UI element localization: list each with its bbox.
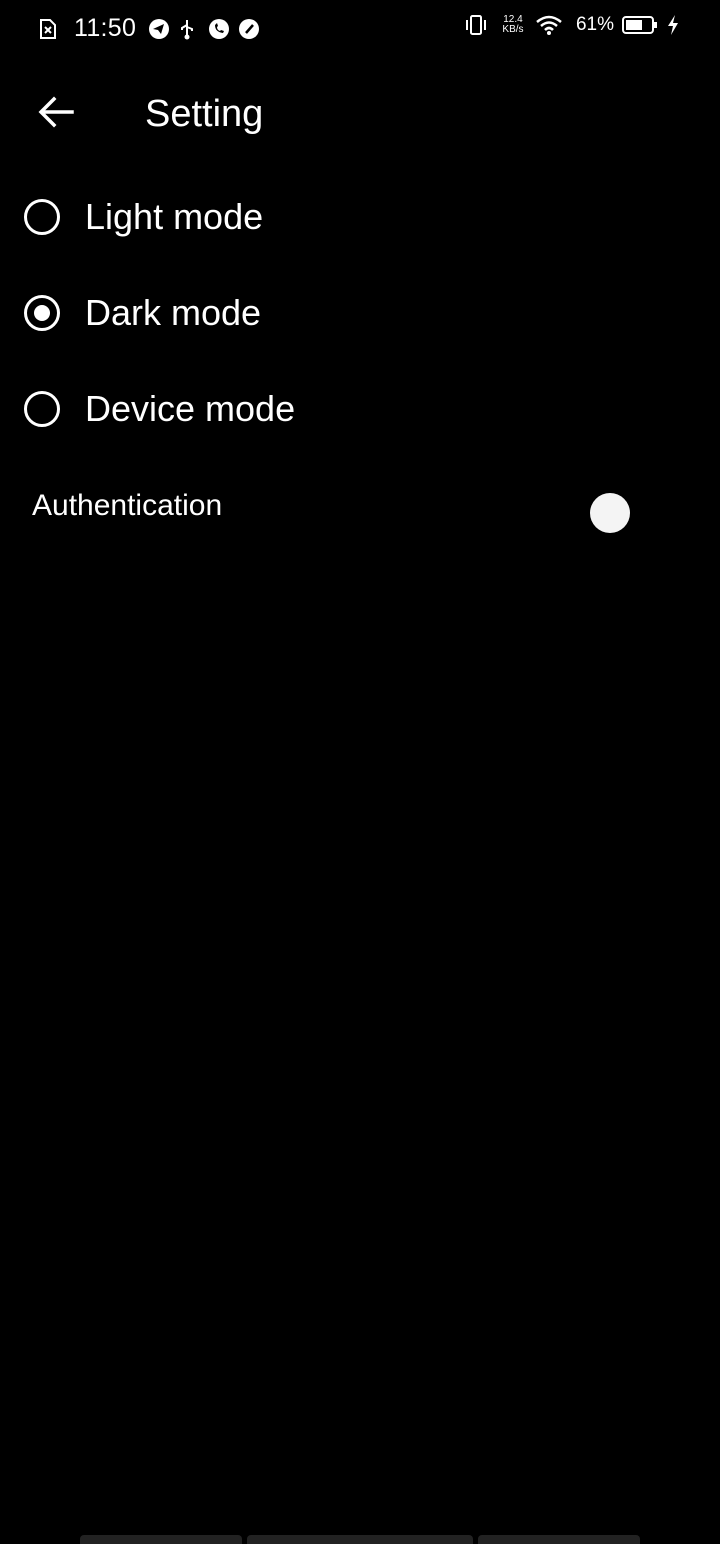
back-button[interactable] — [24, 82, 88, 146]
nav-handle-right[interactable] — [478, 1535, 640, 1544]
radio-button[interactable] — [24, 391, 60, 427]
radio-selected-dot — [34, 305, 50, 321]
status-bar-right: 12.4 KB/s 61% — [464, 14, 680, 36]
nav-handle-left[interactable] — [80, 1535, 242, 1544]
radio-label: Light mode — [85, 196, 264, 237]
radio-label: Device mode — [85, 388, 296, 429]
radio-option-light-mode[interactable]: Light mode — [0, 172, 720, 262]
radio-option-device-mode[interactable]: Device mode — [0, 364, 720, 454]
app-bar: Setting — [0, 70, 720, 158]
network-speed: 12.4 KB/s — [500, 15, 526, 35]
network-speed-unit: KB/s — [502, 24, 524, 35]
nav-handle-center[interactable] — [247, 1535, 473, 1544]
authentication-label: Authentication — [32, 489, 223, 522]
usb-icon — [178, 18, 200, 40]
authentication-toggle[interactable] — [568, 486, 652, 538]
radio-label: Dark mode — [85, 292, 262, 333]
radio-option-dark-mode[interactable]: Dark mode — [0, 268, 720, 358]
whatsapp-icon — [208, 18, 230, 40]
radio-button[interactable] — [24, 295, 60, 331]
speedometer-icon — [238, 18, 260, 40]
charging-icon — [666, 14, 680, 36]
back-arrow-icon — [36, 94, 76, 135]
status-bar-left: 11:50 — [38, 14, 268, 43]
radio-button[interactable] — [24, 199, 60, 235]
status-time: 11:50 — [74, 14, 137, 42]
authentication-row: Authentication — [0, 478, 720, 548]
status-bar: 11:50 12.4 KB/s 61% — [0, 0, 720, 56]
battery-percent: 61% — [575, 14, 614, 35]
wifi-icon — [536, 14, 562, 36]
toggle-thumb — [590, 493, 630, 533]
telegram-icon — [148, 18, 170, 40]
sim-error-icon — [38, 18, 60, 40]
battery-icon — [622, 14, 658, 36]
page-title: Setting — [145, 93, 264, 135]
vibrate-icon — [464, 14, 486, 36]
